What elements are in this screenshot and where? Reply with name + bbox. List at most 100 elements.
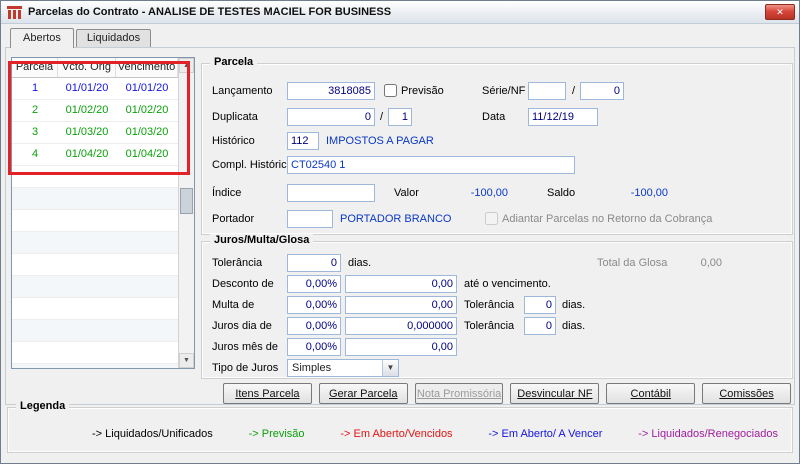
lancamento-input[interactable]	[287, 82, 375, 100]
table-row[interactable]: 1 01/01/20 01/01/20	[12, 78, 178, 100]
juros-dia-tolerancia-input[interactable]	[524, 317, 556, 335]
button-bar: Itens Parcela Gerar Parcela Nota Promiss…	[223, 383, 791, 404]
tipo-juros-value: Simples	[292, 362, 332, 374]
tab-abertos[interactable]: Abertos	[10, 28, 74, 48]
multa-tolerancia-input[interactable]	[524, 296, 556, 314]
table-row[interactable]: 3 01/03/20 01/03/20	[12, 122, 178, 144]
table-row[interactable]: 4 01/04/20 01/04/20	[12, 144, 178, 166]
saldo-label: Saldo	[547, 187, 576, 199]
legend-em-aberto-a-vencer: -> Em Aberto/ A Vencer	[488, 428, 603, 440]
button-label: Desvincular NF	[517, 387, 593, 400]
window-title: Parcelas do Contrato - ANALISE DE TESTES…	[28, 6, 392, 18]
cell-parcela: 1	[31, 82, 39, 94]
portador-input[interactable]	[287, 210, 333, 228]
valor-label: Valor	[394, 187, 419, 199]
serie-nf-separator: /	[572, 85, 576, 97]
desconto-percent-input[interactable]	[287, 275, 341, 293]
saldo-value: -100,00	[630, 187, 668, 199]
legend-items: -> Liquidados/Unificados -> Previsão -> …	[8, 428, 792, 440]
desvincular-nf-button[interactable]: Desvincular NF	[510, 383, 600, 404]
cell-parcela: 4	[31, 148, 39, 160]
cell-vcto-orig: 01/02/20	[65, 104, 109, 116]
app-icon	[7, 6, 22, 19]
serie-nf-label: Série/NF	[482, 85, 526, 97]
title-bar: Parcelas do Contrato - ANALISE DE TESTES…	[1, 1, 799, 24]
serie-input[interactable]	[528, 82, 566, 100]
juros-mes-label: Juros mês de	[212, 341, 279, 353]
tolerancia-input[interactable]	[287, 254, 341, 272]
empty-row	[12, 298, 178, 320]
scroll-up-icon[interactable]: ▲	[179, 58, 194, 73]
empty-row	[12, 254, 178, 276]
compl-historico-label: Compl. Histórico	[212, 159, 293, 171]
legend-liquidados-unificados: -> Liquidados/Unificados	[92, 428, 213, 440]
scrollbar-thumb[interactable]	[180, 188, 193, 214]
duplicata-separator: /	[380, 111, 384, 123]
legend-title: Legenda	[16, 400, 70, 412]
button-label: Nota Promissória	[416, 387, 502, 400]
portador-label: Portador	[212, 213, 255, 225]
juros-dia-label: Juros dia de	[212, 320, 272, 332]
cell-vcto-orig: 01/04/20	[65, 148, 109, 160]
cell-vencimento: 01/04/20	[125, 148, 169, 160]
button-label: Comissões	[719, 387, 774, 400]
nota-promissoria-button: Nota Promissória	[414, 383, 504, 404]
itens-parcela-button[interactable]: Itens Parcela	[223, 383, 312, 404]
duplicata-input[interactable]	[287, 108, 375, 126]
vertical-scrollbar[interactable]: ▲ ▼	[178, 58, 194, 368]
cell-vcto-orig: 01/03/20	[65, 126, 109, 138]
previsao-checkbox[interactable]	[384, 84, 397, 97]
group-title: Parcela	[210, 56, 258, 68]
tolerancia-suffix: dias.	[348, 257, 372, 269]
empty-row	[12, 232, 178, 254]
multa-valor-input[interactable]	[345, 296, 457, 314]
historico-code-input[interactable]	[287, 132, 319, 150]
desconto-valor-input[interactable]	[345, 275, 457, 293]
tipo-juros-label: Tipo de Juros	[212, 362, 279, 374]
table-row[interactable]: 2 01/02/20 01/02/20	[12, 100, 178, 122]
total-glosa-value: 0,00	[700, 257, 722, 269]
duplicata-seq-input[interactable]	[388, 108, 412, 126]
juros-dia-tolerancia-label: Tolerância	[464, 320, 515, 332]
indice-input[interactable]	[287, 184, 375, 202]
nf-input[interactable]	[580, 82, 624, 100]
desconto-label: Desconto de	[212, 278, 274, 290]
tolerancia-label: Tolerância	[212, 257, 263, 269]
column-header-vencimento[interactable]: Vencimento	[116, 58, 178, 77]
juros-dia-valor-input[interactable]	[345, 317, 457, 335]
button-label: Contábil	[630, 387, 671, 400]
empty-row	[12, 364, 178, 368]
juros-mes-valor-input[interactable]	[345, 338, 457, 356]
cell-vencimento: 01/01/20	[125, 82, 169, 94]
multa-tolerancia-label: Tolerância	[464, 299, 515, 311]
cell-parcela: 3	[31, 126, 39, 138]
column-header-parcela[interactable]: Parcela	[12, 58, 58, 77]
tipo-juros-select[interactable]: Simples ▼	[287, 359, 399, 377]
group-title: Juros/Multa/Glosa	[210, 234, 314, 246]
tab-liquidados[interactable]: Liquidados	[75, 29, 152, 47]
contabil-button[interactable]: Contábil	[606, 383, 696, 404]
empty-row	[12, 188, 178, 210]
juros-group: Juros/Multa/Glosa Tolerância dias. Total…	[201, 234, 793, 379]
gerar-parcela-button[interactable]: Gerar Parcela	[318, 383, 408, 404]
data-label: Data	[482, 111, 506, 123]
juros-dia-percent-input[interactable]	[287, 317, 341, 335]
multa-percent-input[interactable]	[287, 296, 341, 314]
cell-parcela: 2	[31, 104, 39, 116]
tab-strip: Abertos Liquidados	[10, 28, 153, 48]
compl-historico-input[interactable]	[287, 156, 575, 174]
juros-mes-percent-input[interactable]	[287, 338, 341, 356]
comissoes-button[interactable]: Comissões	[702, 383, 791, 404]
data-input[interactable]	[528, 108, 598, 126]
scroll-down-icon[interactable]: ▼	[179, 353, 194, 368]
cell-vencimento: 01/03/20	[125, 126, 169, 138]
empty-row	[12, 276, 178, 298]
lancamento-label: Lançamento	[212, 85, 273, 97]
cell-vcto-orig: 01/01/20	[65, 82, 109, 94]
empty-row	[12, 342, 178, 364]
multa-suffix: dias.	[562, 299, 586, 311]
column-header-vcto-orig[interactable]: Vcto. Orig	[58, 58, 116, 77]
close-button[interactable]: ✕	[765, 4, 795, 20]
parcelas-grid: Parcela Vcto. Orig Vencimento 1 01/01/20…	[11, 57, 195, 369]
adiantar-label: Adiantar Parcelas no Retorno da Cobrança	[502, 213, 713, 225]
